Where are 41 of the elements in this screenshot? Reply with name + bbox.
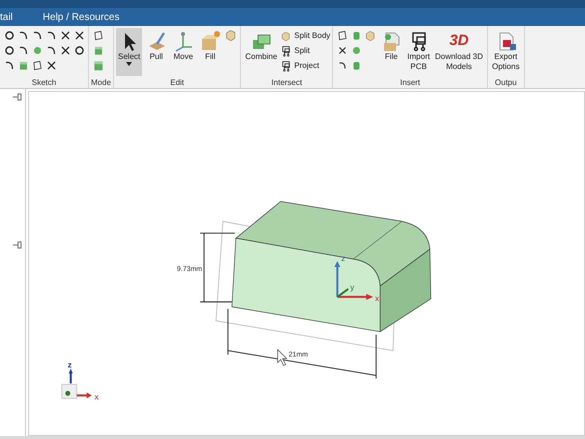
pin-icon[interactable] (12, 93, 22, 101)
small-tool-button[interactable]: Split Body (280, 28, 330, 43)
tool-button[interactable]: 3D Download 3D Models (432, 28, 485, 76)
box-icon (364, 29, 377, 42)
3d-logo: 3D (449, 31, 469, 51)
tool-button[interactable]: Select (116, 28, 142, 76)
tool-button[interactable]: Move (170, 28, 196, 76)
axis-label: x (94, 392, 99, 402)
tool-button[interactable]: File (378, 28, 404, 76)
tool-button[interactable]: Combine (243, 28, 280, 76)
circle-icon (2, 29, 16, 42)
fill-icon (199, 30, 222, 52)
tool-button[interactable]: Pull (143, 28, 170, 76)
small-tool-button[interactable]: Project (280, 58, 330, 73)
axis-label: y (350, 282, 354, 292)
pin-icon[interactable] (12, 241, 22, 249)
group-label: Sketch (30, 77, 58, 88)
menu-item[interactable]: Help / Resources (42, 12, 120, 22)
group-label: Outpu (494, 77, 518, 88)
axis-triad-drawing (334, 261, 374, 300)
group-label: Insert (399, 77, 422, 88)
cross-icon (58, 44, 72, 57)
menu-item[interactable]: tail (0, 12, 13, 22)
small-tool-button[interactable]: Split (280, 43, 330, 58)
group-label: Mode (91, 77, 112, 88)
cross-icon (72, 29, 86, 42)
sketch-mode-icon (92, 29, 104, 42)
circle-icon (2, 44, 16, 57)
tool-button[interactable]: Fill (197, 28, 224, 76)
tool-button[interactable]: Export Options (490, 28, 522, 76)
cross-icon (58, 29, 72, 42)
circle-icon (72, 44, 86, 57)
axis-label: x (375, 294, 380, 303)
axis-label: z (68, 360, 72, 370)
view-cube-drawing (61, 368, 92, 399)
plane-icon (336, 29, 349, 42)
tool-button[interactable]: Import PCB (405, 28, 432, 76)
group-label: Edit (169, 77, 186, 88)
cross-icon (44, 59, 58, 72)
group-label: Intersect (270, 77, 304, 88)
mouse-pointer-icon (277, 348, 288, 366)
